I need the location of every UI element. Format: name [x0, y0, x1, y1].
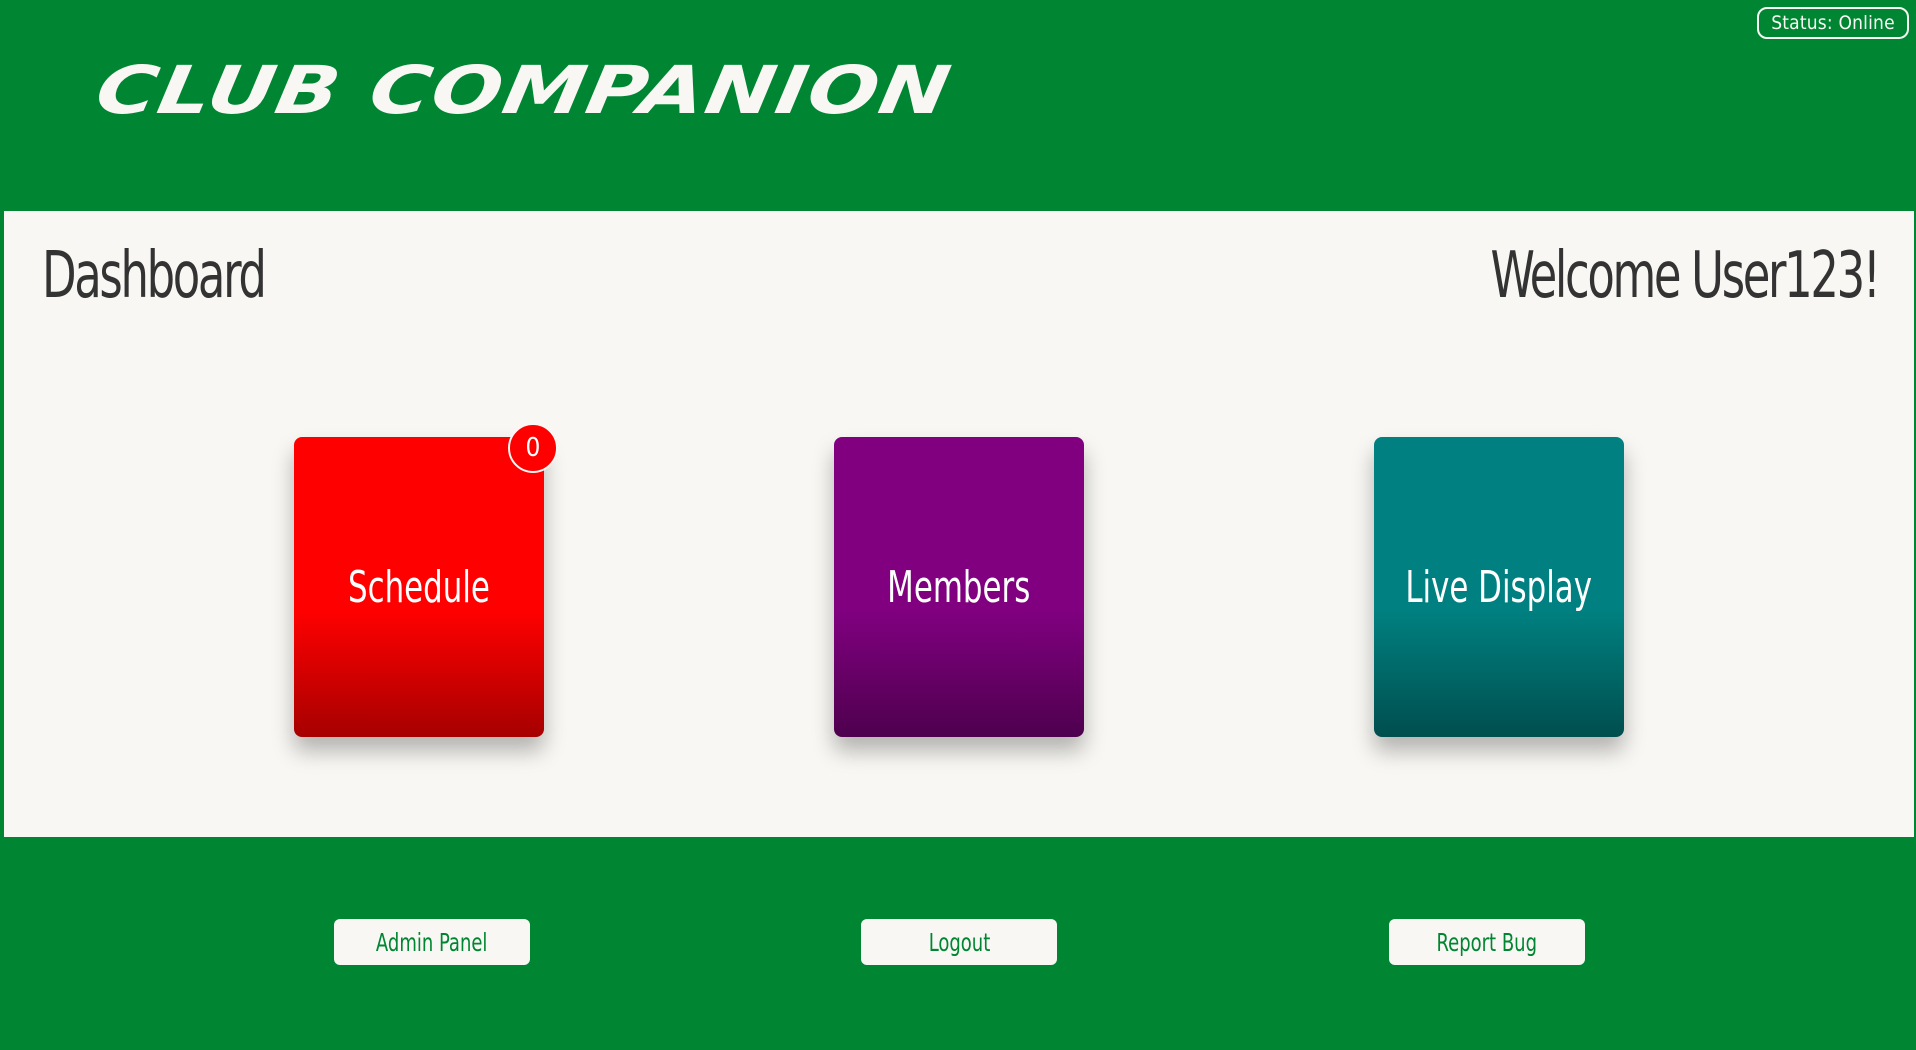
logout-button[interactable]: Logout [861, 919, 1057, 965]
admin-panel-button[interactable]: Admin Panel [334, 919, 530, 965]
logout-button-label: Logout [928, 927, 990, 957]
schedule-notification-badge: 0 [508, 423, 558, 473]
dashboard-panel: Dashboard Welcome User123! Schedule 0 Me… [4, 211, 1914, 837]
app-logo: CLUB COMPANION [90, 52, 957, 129]
page-title: Dashboard [42, 239, 267, 313]
report-bug-button-label: Report Bug [1436, 927, 1538, 957]
live-display-card-label: Live Display [1405, 561, 1593, 613]
report-bug-button[interactable]: Report Bug [1389, 919, 1585, 965]
schedule-card[interactable]: Schedule 0 [294, 423, 558, 737]
welcome-message: Welcome User123! [1489, 239, 1880, 313]
members-card-label: Members [887, 561, 1031, 613]
app-page: Status: Online CLUB COMPANION Dashboard … [0, 0, 1916, 1050]
live-display-card[interactable]: Live Display [1374, 437, 1624, 737]
schedule-card-label: Schedule [348, 561, 490, 613]
admin-panel-button-label: Admin Panel [376, 927, 488, 957]
members-card[interactable]: Members [834, 437, 1084, 737]
status-indicator: Status: Online [1757, 7, 1909, 39]
